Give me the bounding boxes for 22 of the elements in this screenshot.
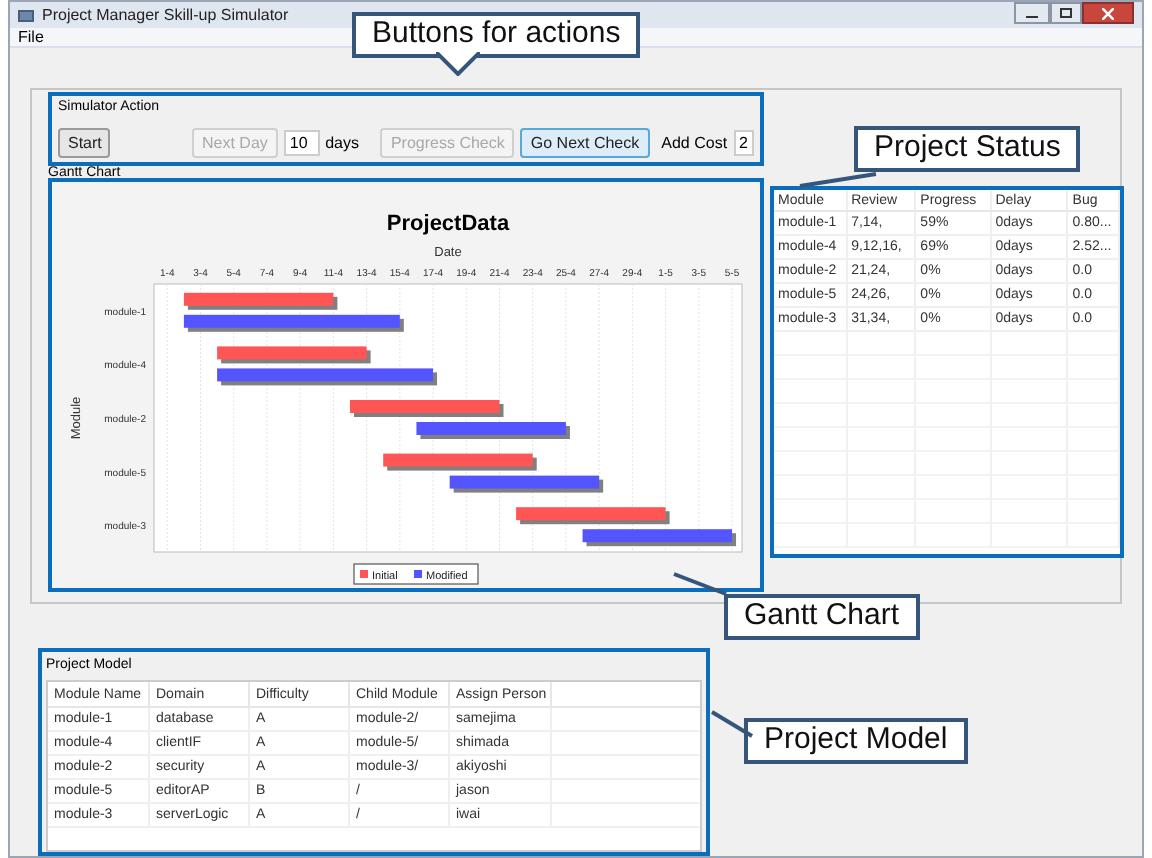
legend-frame	[353, 563, 479, 585]
start-button[interactable]: Start	[58, 128, 110, 158]
callout: Project Status	[854, 126, 1081, 172]
maximize-button[interactable]	[1050, 2, 1082, 24]
chart-title: ProjectData	[386, 212, 510, 236]
app-icon	[18, 9, 34, 21]
menu-item[interactable]: File	[18, 29, 44, 45]
days-field[interactable]: 10	[283, 130, 320, 156]
days-label: days	[325, 131, 359, 155]
callout-pointer	[436, 51, 480, 76]
minimize-button[interactable]	[1014, 2, 1050, 24]
leader-line	[670, 570, 730, 598]
add-cost-field[interactable]: 2	[733, 130, 754, 156]
add-cost-label: Add Cost	[661, 131, 728, 155]
close-icon	[1102, 7, 1114, 20]
go-next-check-button[interactable]: Go Next Check	[520, 128, 650, 158]
callout: Project Model	[744, 718, 968, 764]
leader-line	[796, 172, 880, 188]
window-title: Project Manager Skill-up Simulator	[42, 3, 289, 27]
close-button[interactable]	[1082, 2, 1134, 24]
leader-line	[710, 708, 754, 740]
callout: Gantt Chart	[724, 594, 920, 640]
